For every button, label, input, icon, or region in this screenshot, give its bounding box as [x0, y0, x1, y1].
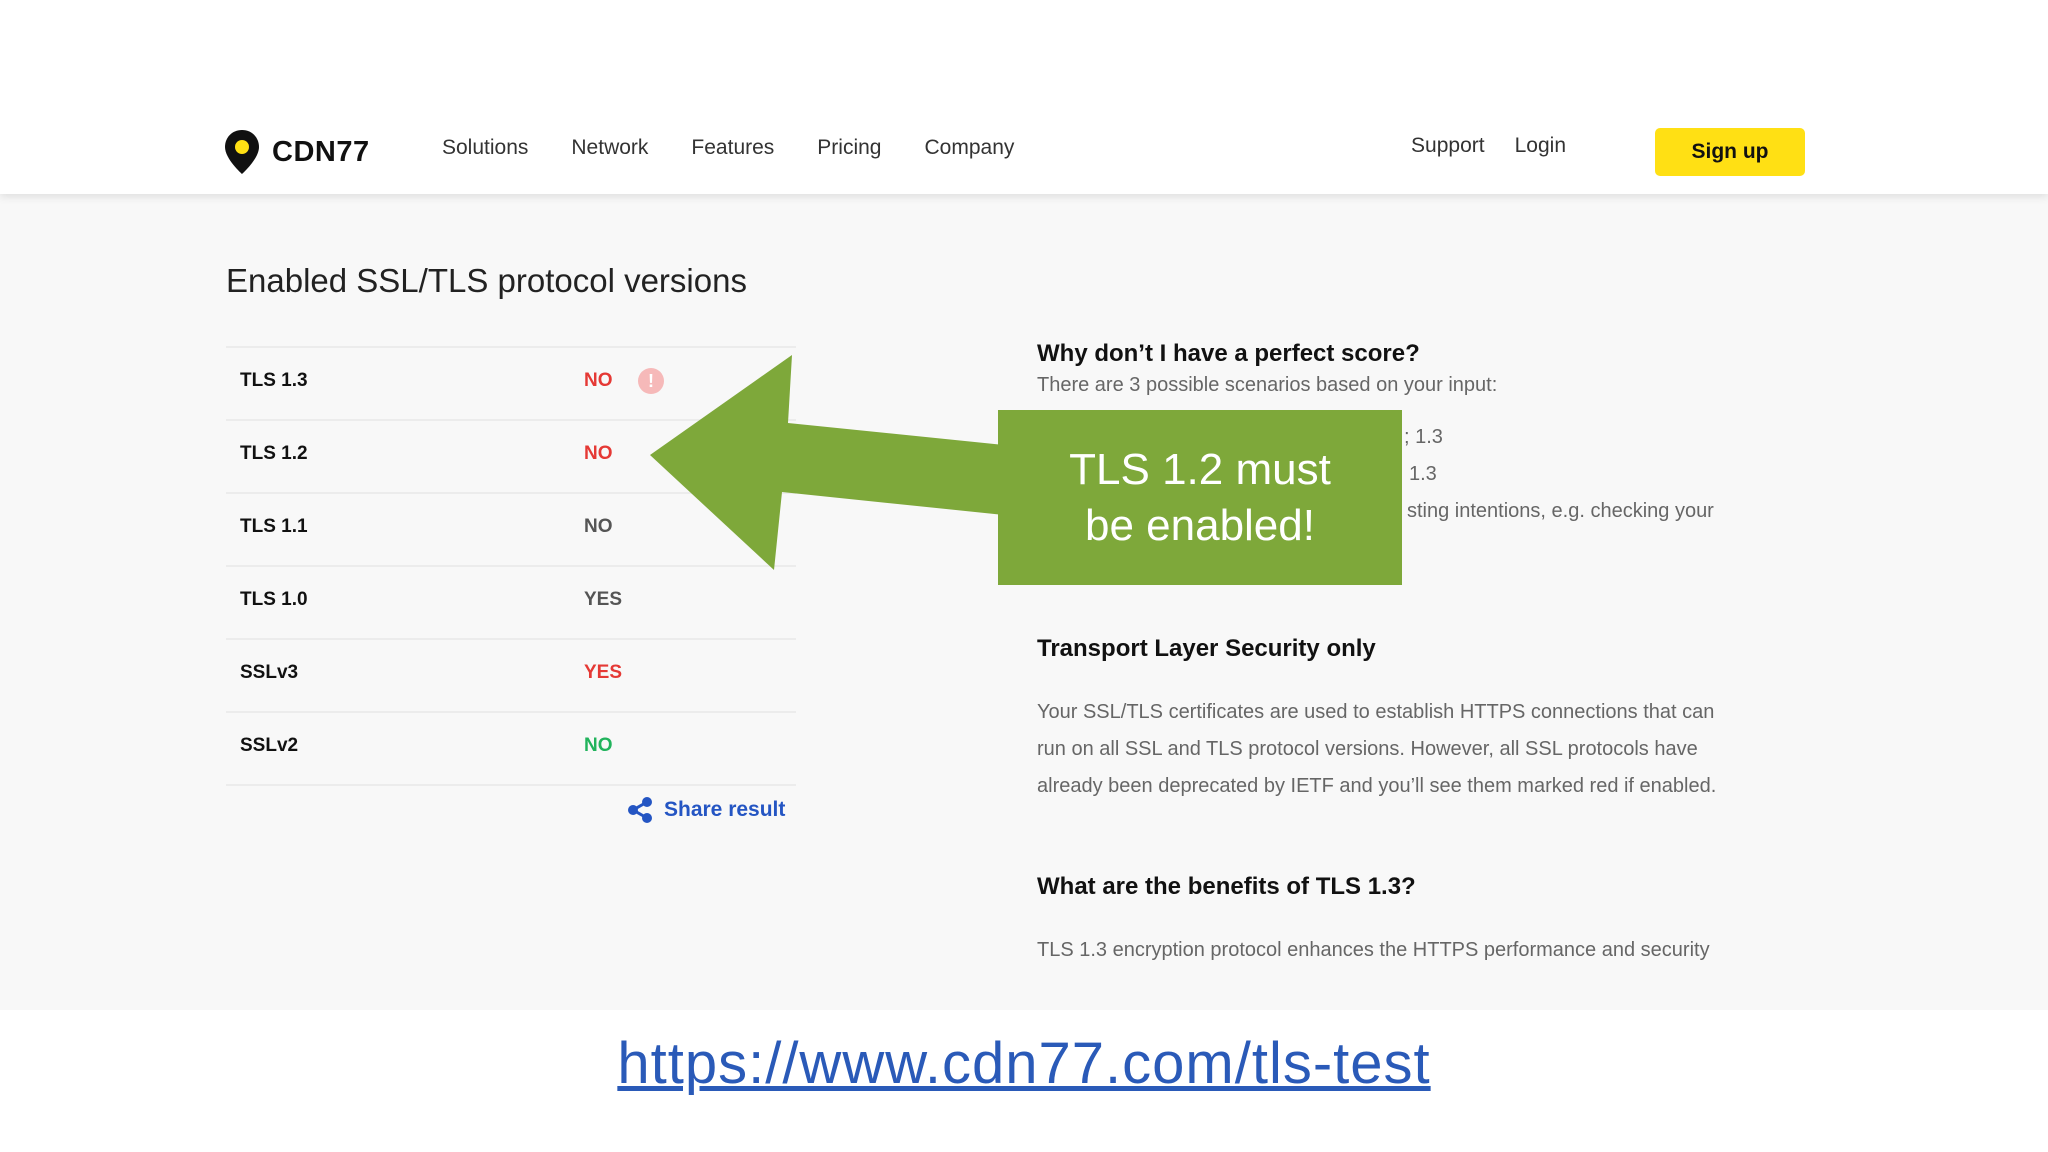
account-links: Support Login: [1381, 134, 1566, 158]
faq-line: already been deprecated by IETF and you’…: [1037, 775, 1717, 797]
callout-box: TLS 1.2 must be enabled!: [998, 410, 1402, 585]
protocol-name: SSLv2: [240, 735, 299, 756]
protocol-name: TLS 1.1: [240, 516, 308, 537]
support-link[interactable]: Support: [1411, 134, 1485, 158]
faq-line: run on all SSL and TLS protocol versions…: [1037, 738, 1698, 760]
faq-title-tls13-benefits: What are the benefits of TLS 1.3?: [1037, 873, 1416, 900]
nav-solutions[interactable]: Solutions: [442, 136, 528, 160]
brand-name: CDN77: [272, 135, 370, 168]
protocol-status: NO: [584, 735, 613, 756]
faq-title-perfect-score: Why don’t I have a perfect score?: [1037, 340, 1420, 367]
faq-text-tls13-benefits: TLS 1.3 encryption protocol enhances the…: [1037, 939, 1710, 961]
protocol-row-tls10: TLS 1.0 YES: [226, 565, 796, 638]
protocol-name: TLS 1.2: [240, 443, 308, 464]
faq-fragment-3: sting intentions, e.g. checking your: [1407, 500, 1714, 522]
callout-line-1: TLS 1.2 must: [1069, 444, 1331, 494]
protocol-name: TLS 1.3: [240, 370, 308, 391]
top-navigation-bar: CDN77 Solutions Network Features Pricing…: [0, 0, 2048, 194]
share-icon: [628, 797, 652, 823]
protocol-status: YES: [584, 662, 623, 683]
brand-logo[interactable]: CDN77: [224, 128, 370, 176]
share-result-button[interactable]: Share result: [626, 796, 785, 824]
protocol-status: NO: [584, 370, 613, 391]
faq-line: Your SSL/TLS certificates are used to es…: [1037, 701, 1715, 723]
protocol-name: TLS 1.0: [240, 589, 308, 610]
login-link[interactable]: Login: [1515, 134, 1566, 158]
nav-pricing[interactable]: Pricing: [817, 136, 881, 160]
protocol-status: NO: [584, 443, 613, 464]
callout-arrow-icon: [650, 355, 1004, 570]
faq-title-tls-only: Transport Layer Security only: [1037, 635, 1376, 662]
protocol-status: NO: [584, 516, 613, 537]
main-nav: Solutions Network Features Pricing Compa…: [442, 136, 1057, 160]
share-result-label: Share result: [664, 798, 786, 821]
faq-fragment-2: 1.3: [1409, 463, 1437, 485]
section-title: Enabled SSL/TLS protocol versions: [226, 262, 747, 299]
faq-fragment-1: ; 1.3: [1404, 426, 1443, 448]
protocol-row-sslv2: SSLv2 NO: [226, 711, 796, 786]
location-pin-icon: [225, 130, 259, 174]
protocol-name: SSLv3: [240, 662, 299, 683]
callout-line-2: be enabled!: [1084, 500, 1315, 550]
protocol-row-sslv3: SSLv3 YES: [226, 638, 796, 711]
nav-network[interactable]: Network: [571, 136, 648, 160]
website-screenshot: CDN77 Solutions Network Features Pricing…: [0, 0, 2048, 1010]
signup-button[interactable]: Sign up: [1655, 128, 1805, 176]
nav-features[interactable]: Features: [691, 136, 774, 160]
faq-text-scenarios: There are 3 possible scenarios based on …: [1037, 374, 1498, 396]
tls-test-url-link[interactable]: https://www.cdn77.com/tls-test: [0, 1030, 2048, 1097]
faq-text-tls-only: Your SSL/TLS certificates are used to es…: [1037, 694, 1817, 805]
nav-company[interactable]: Company: [925, 136, 1015, 160]
protocol-status: YES: [584, 589, 623, 610]
